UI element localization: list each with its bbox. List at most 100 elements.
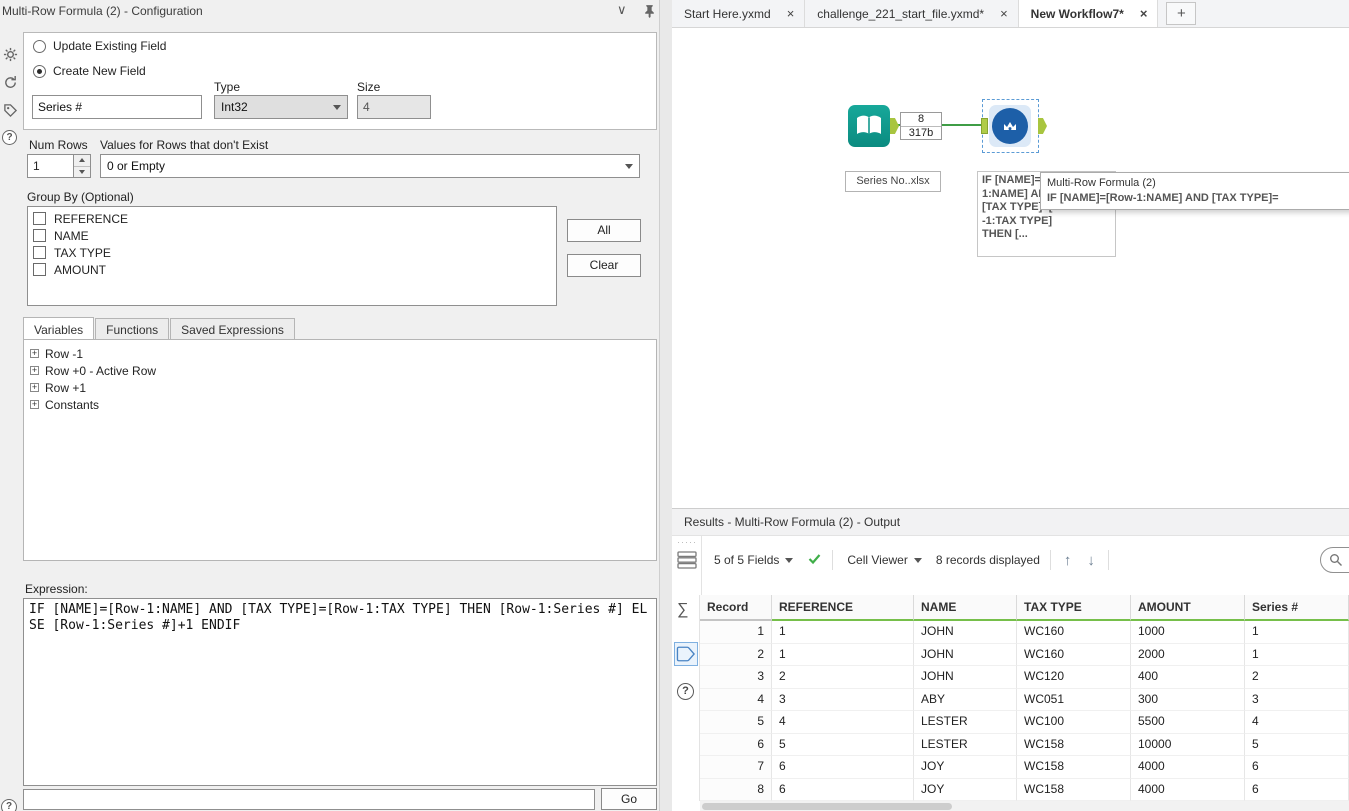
stepper-up-button[interactable] <box>74 155 90 166</box>
table-cell[interactable]: 5 <box>700 711 772 734</box>
workflow-tab[interactable]: New Workflow7* × <box>1018 0 1159 27</box>
close-tab-icon[interactable]: × <box>787 6 795 21</box>
table-cell[interactable]: JOHN <box>914 643 1017 666</box>
table-cell[interactable]: 300 <box>1131 688 1245 711</box>
output-anchor[interactable] <box>890 118 899 134</box>
table-cell[interactable]: JOY <box>914 756 1017 779</box>
table-cell[interactable]: JOHN <box>914 666 1017 689</box>
pin-icon[interactable] <box>643 4 656 18</box>
table-cell[interactable]: ABY <box>914 688 1017 711</box>
table-cell[interactable]: 5 <box>1245 733 1349 756</box>
table-cell[interactable]: 2 <box>1245 666 1349 689</box>
table-cell[interactable]: WC120 <box>1017 666 1131 689</box>
close-tab-icon[interactable]: × <box>1140 6 1148 21</box>
table-cell[interactable]: 6 <box>1245 756 1349 779</box>
table-cell[interactable]: 3 <box>1245 688 1349 711</box>
tab-saved-expressions[interactable]: Saved Expressions <box>170 318 295 340</box>
table-cell[interactable]: 4 <box>772 711 914 734</box>
help-icon[interactable]: ? <box>1 799 17 811</box>
checkbox-icon[interactable] <box>33 263 46 276</box>
test-value-input[interactable] <box>23 789 595 810</box>
tab-variables[interactable]: Variables <box>23 317 95 340</box>
table-cell[interactable]: 4000 <box>1131 756 1245 779</box>
sum-icon[interactable]: ∑ <box>677 601 688 619</box>
clear-button[interactable]: Clear <box>567 254 641 277</box>
cell-viewer-dropdown[interactable]: Cell Viewer <box>843 551 925 569</box>
table-cell[interactable]: 1000 <box>1131 621 1245 644</box>
new-workflow-tab-button[interactable]: + <box>1166 2 1197 25</box>
table-cell[interactable]: 7 <box>700 756 772 779</box>
input-tool-annotation[interactable]: Series No..xlsx <box>845 171 941 192</box>
table-cell[interactable]: WC158 <box>1017 778 1131 801</box>
group-by-list[interactable]: REFERENCE NAME TAX TYPE AMOUNT <box>27 206 557 306</box>
checkbox-icon[interactable] <box>33 212 46 225</box>
up-arrow-icon[interactable]: ↑ <box>1061 552 1075 569</box>
workflow-tab[interactable]: challenge_221_start_file.yxmd* × <box>805 0 1019 27</box>
scrollbar-thumb[interactable] <box>702 803 952 810</box>
refresh-icon[interactable] <box>2 74 19 91</box>
down-arrow-icon[interactable]: ↓ <box>1084 552 1098 569</box>
table-cell[interactable]: WC100 <box>1017 711 1131 734</box>
table-cell[interactable]: 6 <box>772 756 914 779</box>
search-box[interactable] <box>1320 547 1349 573</box>
input-anchor[interactable] <box>981 118 988 134</box>
expand-plus-icon[interactable]: + <box>30 366 39 375</box>
tab-functions[interactable]: Functions <box>95 318 170 340</box>
table-cell[interactable]: 8 <box>700 778 772 801</box>
annotation-tag-icon[interactable] <box>2 102 19 119</box>
apply-check-icon[interactable] <box>807 552 822 569</box>
input-data-tool[interactable] <box>848 105 890 147</box>
workflow-canvas[interactable]: 8 317b Series No..xlsx IF [NAME]=[Row- 1:… <box>672 28 1349 508</box>
column-header[interactable]: Record <box>700 595 772 621</box>
fields-dropdown[interactable]: 5 of 5 Fields <box>710 551 797 569</box>
help-icon[interactable]: ? <box>2 130 17 145</box>
table-cell[interactable]: 1 <box>772 643 914 666</box>
output-anchor[interactable] <box>1038 118 1047 134</box>
table-cell[interactable]: LESTER <box>914 711 1017 734</box>
expression-editor[interactable]: IF [NAME]=[Row-1:NAME] AND [TAX TYPE]=[R… <box>23 598 657 786</box>
table-cell[interactable]: 6 <box>772 778 914 801</box>
checkbox-icon[interactable] <box>33 229 46 242</box>
column-header[interactable]: AMOUNT <box>1131 595 1245 621</box>
table-cell[interactable]: 400 <box>1131 666 1245 689</box>
all-button[interactable]: All <box>567 219 641 242</box>
update-existing-field-radio[interactable]: Update Existing Field <box>33 39 166 53</box>
new-field-name-input[interactable]: Series # <box>32 95 202 119</box>
help-icon[interactable]: ? <box>677 683 694 700</box>
size-input[interactable]: 4 <box>357 95 431 119</box>
layout-rows-icon[interactable] <box>677 551 697 569</box>
table-cell[interactable]: 2 <box>700 643 772 666</box>
table-cell[interactable]: 3 <box>700 666 772 689</box>
tree-item[interactable]: + Constants <box>30 396 650 413</box>
workflow-tab[interactable]: Start Here.yxmd × <box>672 0 806 27</box>
table-cell[interactable]: 1 <box>1245 643 1349 666</box>
column-header[interactable]: TAX TYPE <box>1017 595 1131 621</box>
column-header[interactable]: REFERENCE <box>772 595 914 621</box>
table-cell[interactable]: 4000 <box>1131 778 1245 801</box>
group-by-option[interactable]: REFERENCE <box>33 210 551 227</box>
table-cell[interactable]: WC160 <box>1017 643 1131 666</box>
column-header[interactable]: Series # <box>1245 595 1349 621</box>
horizontal-scrollbar[interactable] <box>700 801 1349 811</box>
table-cell[interactable]: LESTER <box>914 733 1017 756</box>
expand-plus-icon[interactable]: + <box>30 383 39 392</box>
tree-item[interactable]: + Row -1 <box>30 345 650 362</box>
column-header[interactable]: NAME <box>914 595 1017 621</box>
table-cell[interactable]: 2000 <box>1131 643 1245 666</box>
data-view-icon[interactable] <box>674 642 698 666</box>
table-cell[interactable]: 1 <box>1245 621 1349 644</box>
go-button[interactable]: Go <box>601 788 657 810</box>
table-cell[interactable]: 4 <box>700 688 772 711</box>
chevron-down-icon[interactable]: ∨ <box>617 2 627 18</box>
checkbox-icon[interactable] <box>33 246 46 259</box>
table-cell[interactable]: 10000 <box>1131 733 1245 756</box>
values-for-rows-dropdown[interactable]: 0 or Empty <box>100 154 640 178</box>
table-cell[interactable]: 2 <box>772 666 914 689</box>
table-cell[interactable]: WC158 <box>1017 756 1131 779</box>
stepper-down-button[interactable] <box>74 165 90 177</box>
table-cell[interactable]: 3 <box>772 688 914 711</box>
group-by-option[interactable]: NAME <box>33 227 551 244</box>
table-cell[interactable]: JOY <box>914 778 1017 801</box>
table-cell[interactable]: WC160 <box>1017 621 1131 644</box>
expand-plus-icon[interactable]: + <box>30 400 39 409</box>
